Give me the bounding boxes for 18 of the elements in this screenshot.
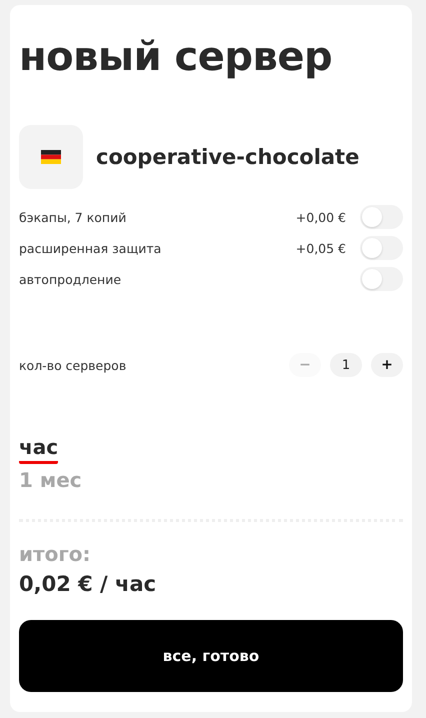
option-price: +0,00 € (296, 210, 346, 224)
option-label: автопродление (19, 272, 122, 286)
page-title: новый сервер (19, 33, 334, 81)
increment-button[interactable]: + (371, 353, 403, 377)
quantity-value: 1 (330, 353, 362, 377)
total-label: итого: (19, 542, 92, 566)
option-label: бэкапы, 7 копий (19, 210, 128, 224)
option-label: расширенная защита (19, 240, 162, 256)
submit-button[interactable]: все, готово (19, 620, 403, 692)
total-value: 0,02 € / час (19, 572, 158, 596)
period-option[interactable]: час (19, 435, 58, 464)
toggle-switch[interactable] (360, 267, 403, 291)
server-name: cooperative-chocolate (96, 145, 360, 169)
toggle-switch[interactable] (360, 205, 403, 229)
option-price: +0,05 € (296, 240, 346, 256)
toggle-switch[interactable] (360, 236, 403, 260)
quantity-label: кол-во серверов (19, 358, 128, 372)
flag-icon (41, 150, 61, 164)
